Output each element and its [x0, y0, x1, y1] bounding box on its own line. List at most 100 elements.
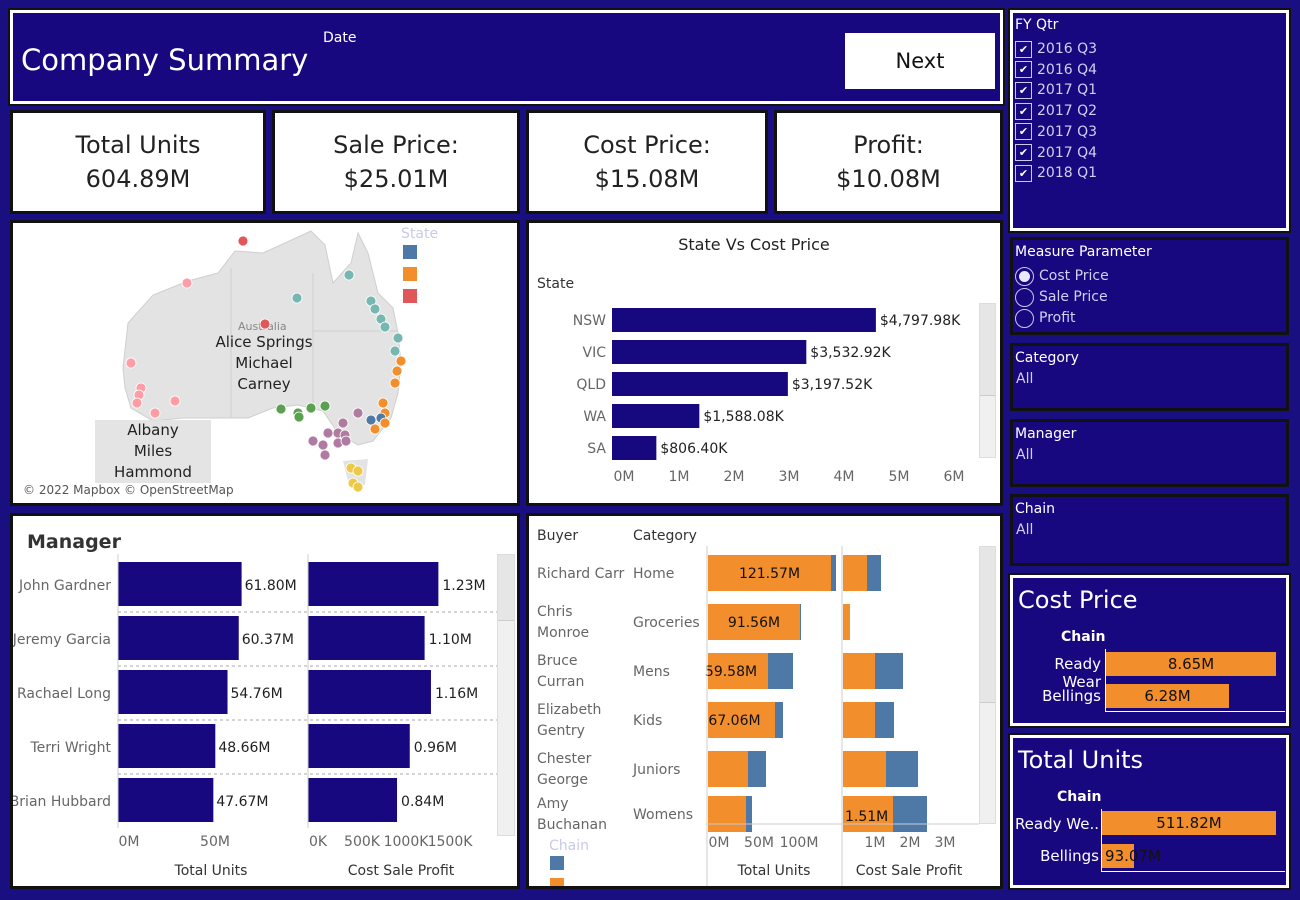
- location-dot[interactable]: [352, 407, 364, 419]
- checkbox-checked-icon[interactable]: ✔: [1015, 102, 1032, 120]
- next-button[interactable]: Next: [845, 33, 995, 89]
- scrollbar-thumb[interactable]: [498, 555, 514, 621]
- units-bar-segment[interactable]: [746, 796, 752, 832]
- csp-bar-segment[interactable]: [875, 702, 894, 738]
- total-units-bar[interactable]: [118, 670, 228, 714]
- location-dot[interactable]: [305, 402, 317, 414]
- location-dot[interactable]: [181, 277, 193, 289]
- checkbox-checked-icon[interactable]: ✔: [1015, 40, 1032, 58]
- total-units-bar[interactable]: [118, 724, 216, 768]
- csp-bar-segment[interactable]: [886, 751, 918, 787]
- cost-sale-profit-bar[interactable]: [308, 778, 398, 822]
- total-units-bar[interactable]: [118, 616, 239, 660]
- chain-filter[interactable]: Chain All: [1010, 494, 1289, 566]
- location-dot[interactable]: [317, 439, 329, 451]
- location-dot[interactable]: [391, 365, 403, 377]
- csp-bar-segment[interactable]: [875, 653, 903, 689]
- location-dot[interactable]: [125, 357, 137, 369]
- measure-option[interactable]: Sale Price: [1015, 287, 1108, 307]
- state-bar[interactable]: [612, 372, 788, 396]
- checkbox-checked-icon[interactable]: ✔: [1015, 144, 1032, 161]
- state-bar[interactable]: [612, 436, 657, 460]
- total-units-bar[interactable]: [118, 778, 214, 822]
- location-dot[interactable]: [169, 395, 181, 407]
- scrollbar[interactable]: [497, 554, 515, 836]
- location-dot[interactable]: [392, 332, 404, 344]
- location-dot[interactable]: [337, 417, 349, 429]
- location-dot[interactable]: [322, 427, 334, 439]
- location-dot[interactable]: [352, 481, 364, 493]
- csp-bar-segment[interactable]: [867, 555, 881, 591]
- category-dropdown[interactable]: All: [1016, 371, 1033, 387]
- fy-qtr-option[interactable]: ✔ 2017 Q3: [1015, 122, 1097, 142]
- radio-icon[interactable]: [1015, 308, 1034, 328]
- location-dot[interactable]: [275, 403, 287, 415]
- csp-bar-segment[interactable]: [843, 702, 875, 738]
- location-dot[interactable]: [395, 355, 407, 367]
- units-bar-segment[interactable]: [800, 604, 801, 640]
- scrollbar-thumb[interactable]: [980, 547, 995, 703]
- units-bar-segment[interactable]: [748, 751, 766, 787]
- units-bar-segment[interactable]: [831, 555, 836, 591]
- radio-selected-icon[interactable]: [1015, 266, 1034, 286]
- units-bar-segment[interactable]: [768, 653, 793, 689]
- scrollbar[interactable]: [979, 303, 996, 458]
- location-dot[interactable]: [291, 292, 303, 304]
- units-bar-segment[interactable]: [775, 702, 783, 738]
- state-map[interactable]: Australia State Alice Springs Michael Ca…: [10, 220, 520, 506]
- location-dot[interactable]: [377, 397, 389, 409]
- location-dot[interactable]: [389, 345, 401, 357]
- fy-qtr-option[interactable]: ✔ 2017 Q4: [1015, 143, 1097, 163]
- cost-sale-profit-bar[interactable]: [308, 562, 439, 606]
- csp-bar-segment[interactable]: [843, 653, 875, 689]
- location-dot[interactable]: [352, 465, 364, 477]
- location-dot[interactable]: [237, 235, 249, 247]
- radio-icon[interactable]: [1015, 287, 1034, 307]
- checkbox-checked-icon[interactable]: ✔: [1015, 81, 1032, 99]
- location-dot[interactable]: [319, 449, 331, 461]
- units-bar-segment[interactable]: [708, 796, 746, 832]
- csp-bar-segment[interactable]: [843, 751, 886, 787]
- location-dot[interactable]: [293, 411, 305, 423]
- scrollbar[interactable]: [979, 546, 996, 824]
- location-dot[interactable]: [131, 397, 143, 409]
- location-dot[interactable]: [369, 303, 381, 315]
- state-bar[interactable]: [612, 404, 700, 428]
- location-dot[interactable]: [319, 400, 331, 412]
- cost-sale-profit-bar[interactable]: [308, 616, 425, 660]
- location-dot[interactable]: [365, 414, 377, 426]
- location-dot[interactable]: [379, 417, 391, 429]
- location-dot[interactable]: [340, 435, 352, 447]
- location-dot[interactable]: [379, 321, 391, 333]
- fy-qtr-option[interactable]: ✔ 2018 Q1: [1015, 163, 1097, 183]
- fy-qtr-option[interactable]: ✔ 2017 Q2: [1015, 101, 1097, 121]
- csp-bar-segment[interactable]: [893, 796, 927, 832]
- location-dot[interactable]: [389, 377, 401, 389]
- csp-bar-segment[interactable]: [843, 604, 850, 640]
- units-bar-segment[interactable]: [708, 751, 748, 787]
- location-dot[interactable]: [259, 318, 271, 330]
- location-dot[interactable]: [149, 407, 161, 419]
- fy-qtr-option[interactable]: ✔ 2016 Q4: [1015, 60, 1097, 80]
- manager-filter[interactable]: Manager All: [1010, 419, 1289, 487]
- location-dot[interactable]: [343, 269, 355, 281]
- checkbox-checked-icon[interactable]: ✔: [1015, 61, 1032, 79]
- measure-option[interactable]: Cost Price: [1015, 266, 1109, 286]
- fy-qtr-option[interactable]: ✔ 2017 Q1: [1015, 80, 1097, 100]
- measure-option[interactable]: Profit: [1015, 308, 1076, 328]
- location-dot[interactable]: [369, 423, 381, 435]
- manager-dropdown[interactable]: All: [1016, 447, 1033, 463]
- fy-qtr-option[interactable]: ✔ 2016 Q3: [1015, 39, 1097, 59]
- location-dot[interactable]: [307, 435, 319, 447]
- csp-bar-segment[interactable]: [843, 555, 867, 591]
- category-filter[interactable]: Category All: [1010, 343, 1289, 411]
- checkbox-checked-icon[interactable]: ✔: [1015, 164, 1032, 182]
- total-units-bar[interactable]: [118, 562, 242, 606]
- chain-dropdown[interactable]: All: [1016, 522, 1033, 538]
- state-bar[interactable]: [612, 340, 807, 364]
- scrollbar-thumb[interactable]: [980, 304, 995, 396]
- checkbox-checked-icon[interactable]: ✔: [1015, 123, 1032, 141]
- cost-sale-profit-bar[interactable]: [308, 670, 431, 714]
- cost-sale-profit-bar[interactable]: [308, 724, 410, 768]
- state-bar[interactable]: [612, 308, 876, 332]
